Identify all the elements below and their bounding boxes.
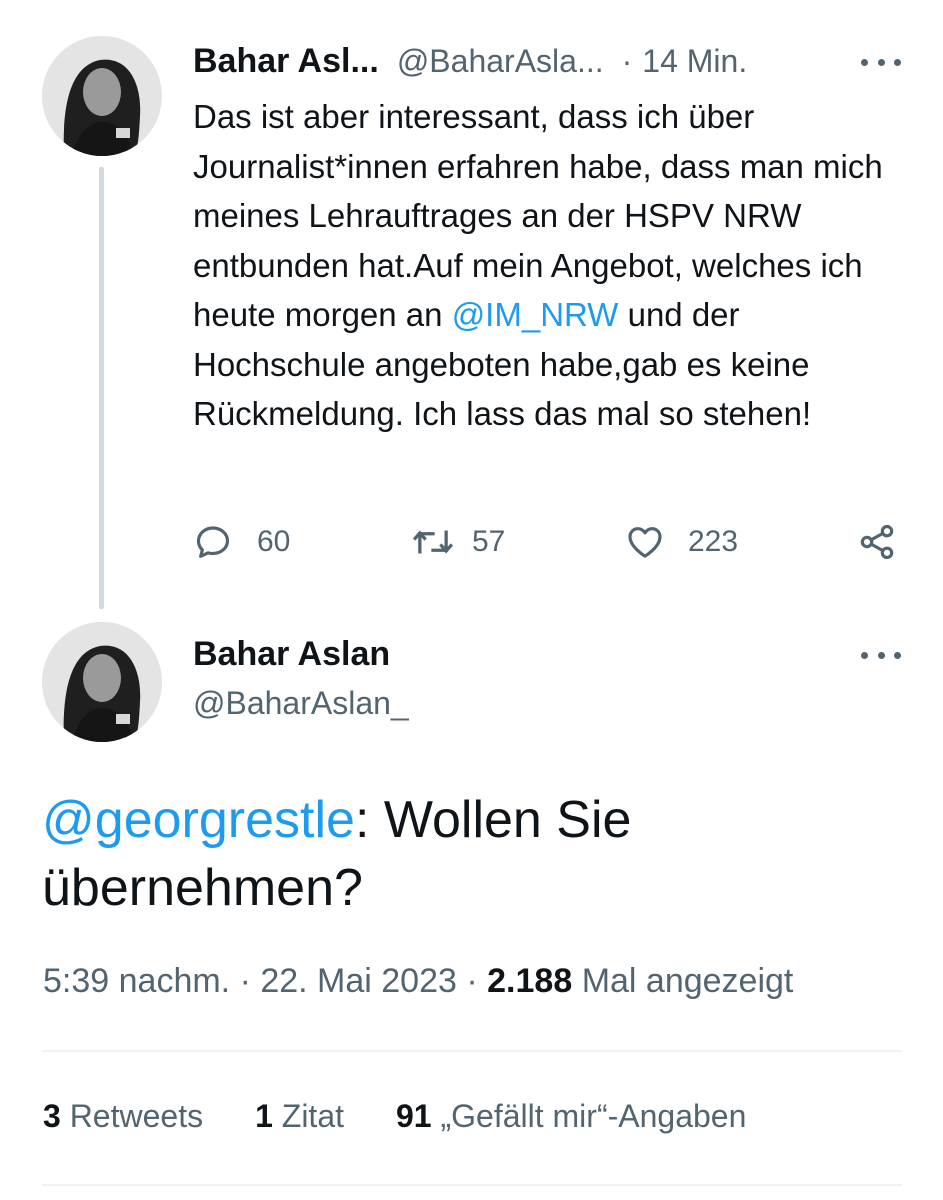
retweets-stat[interactable]: 3 Retweets (43, 1098, 203, 1135)
timestamp[interactable]: 5:39 nachm. · 22. Mai 2023 · (43, 962, 478, 1000)
retweet-action[interactable]: 57 (410, 522, 505, 562)
reply-separator: · (621, 43, 633, 79)
more-icon[interactable] (861, 647, 901, 663)
views-count: 2.188 (487, 962, 573, 1000)
tweet-meta: 5:39 nachm. · 22. Mai 2023 · 2.188 Mal a… (43, 962, 793, 1001)
reply-display-name[interactable]: Bahar Asl... (193, 42, 379, 81)
reply-icon (196, 526, 230, 558)
avatar[interactable] (42, 36, 162, 156)
mention-link[interactable]: @georgrestle (42, 791, 355, 849)
views-label: Mal angezeigt (581, 962, 794, 1000)
avatar-photo (42, 622, 162, 742)
reply-tweet-header: Bahar Asl... @BaharAsla... · 14 Min. (193, 42, 747, 81)
more-icon[interactable] (861, 54, 901, 70)
main-tweet-text: @georgrestle: Wollen Sie übernehmen? (42, 786, 902, 922)
avatar-photo (42, 36, 162, 156)
thread-line (99, 167, 104, 609)
quotes-count: 1 (255, 1098, 273, 1134)
likes-label: „Gefällt mir“-Angaben (440, 1098, 747, 1134)
likes-count: 91 (396, 1098, 432, 1134)
retweet-count: 57 (472, 525, 506, 558)
reply-count: 60 (257, 525, 291, 558)
divider (42, 1184, 902, 1186)
avatar[interactable] (42, 622, 162, 742)
share-action[interactable] (857, 522, 897, 562)
reply-time[interactable]: 14 Min. (642, 43, 747, 80)
reply-handle[interactable]: @BaharAsla... (397, 43, 604, 80)
like-action[interactable]: 223 (624, 522, 738, 562)
mention-link[interactable]: @IM_NRW (452, 296, 619, 333)
like-count: 223 (688, 525, 739, 558)
quotes-stat[interactable]: 1 Zitat (255, 1098, 344, 1135)
divider (42, 1050, 902, 1052)
likes-stat[interactable]: 91 „Gefällt mir“-Angaben (396, 1098, 746, 1135)
engagement-stats: 3 Retweets 1 Zitat 91 „Gefällt mir“-Anga… (43, 1098, 746, 1135)
retweets-label: Retweets (69, 1098, 204, 1134)
quotes-label: Zitat (281, 1098, 344, 1134)
share-icon (860, 524, 894, 560)
retweets-count: 3 (43, 1098, 61, 1134)
like-icon (628, 527, 662, 558)
author-display-name[interactable]: Bahar Aslan (193, 635, 390, 674)
author-handle[interactable]: @BaharAslan_ (193, 685, 409, 722)
retweet-icon (412, 530, 454, 554)
reply-action[interactable]: 60 (193, 522, 290, 562)
reply-tweet-text: Das ist aber interessant, dass ich über … (193, 92, 913, 439)
